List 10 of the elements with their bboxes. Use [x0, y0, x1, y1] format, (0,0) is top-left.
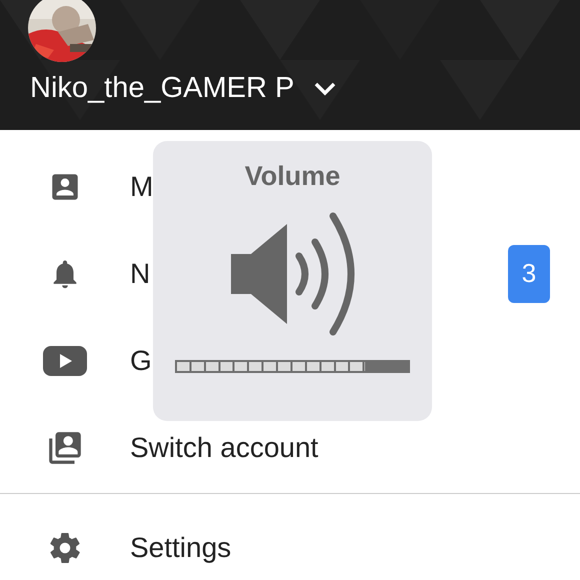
menu-item-label[interactable]: M [130, 170, 154, 202]
dropdown-chevron-icon[interactable] [314, 82, 336, 96]
menu-item-label[interactable]: G [130, 344, 152, 376]
menu-item-label[interactable]: N [130, 258, 150, 290]
menu-item-label[interactable]: Settings [130, 532, 232, 564]
volume-title: Volume [244, 161, 340, 192]
account-name: Niko_the_GAMER P [30, 72, 294, 105]
play-icon [42, 344, 88, 378]
notification-count: 3 [508, 244, 550, 302]
menu-item-label[interactable]: Switch account [130, 432, 318, 464]
